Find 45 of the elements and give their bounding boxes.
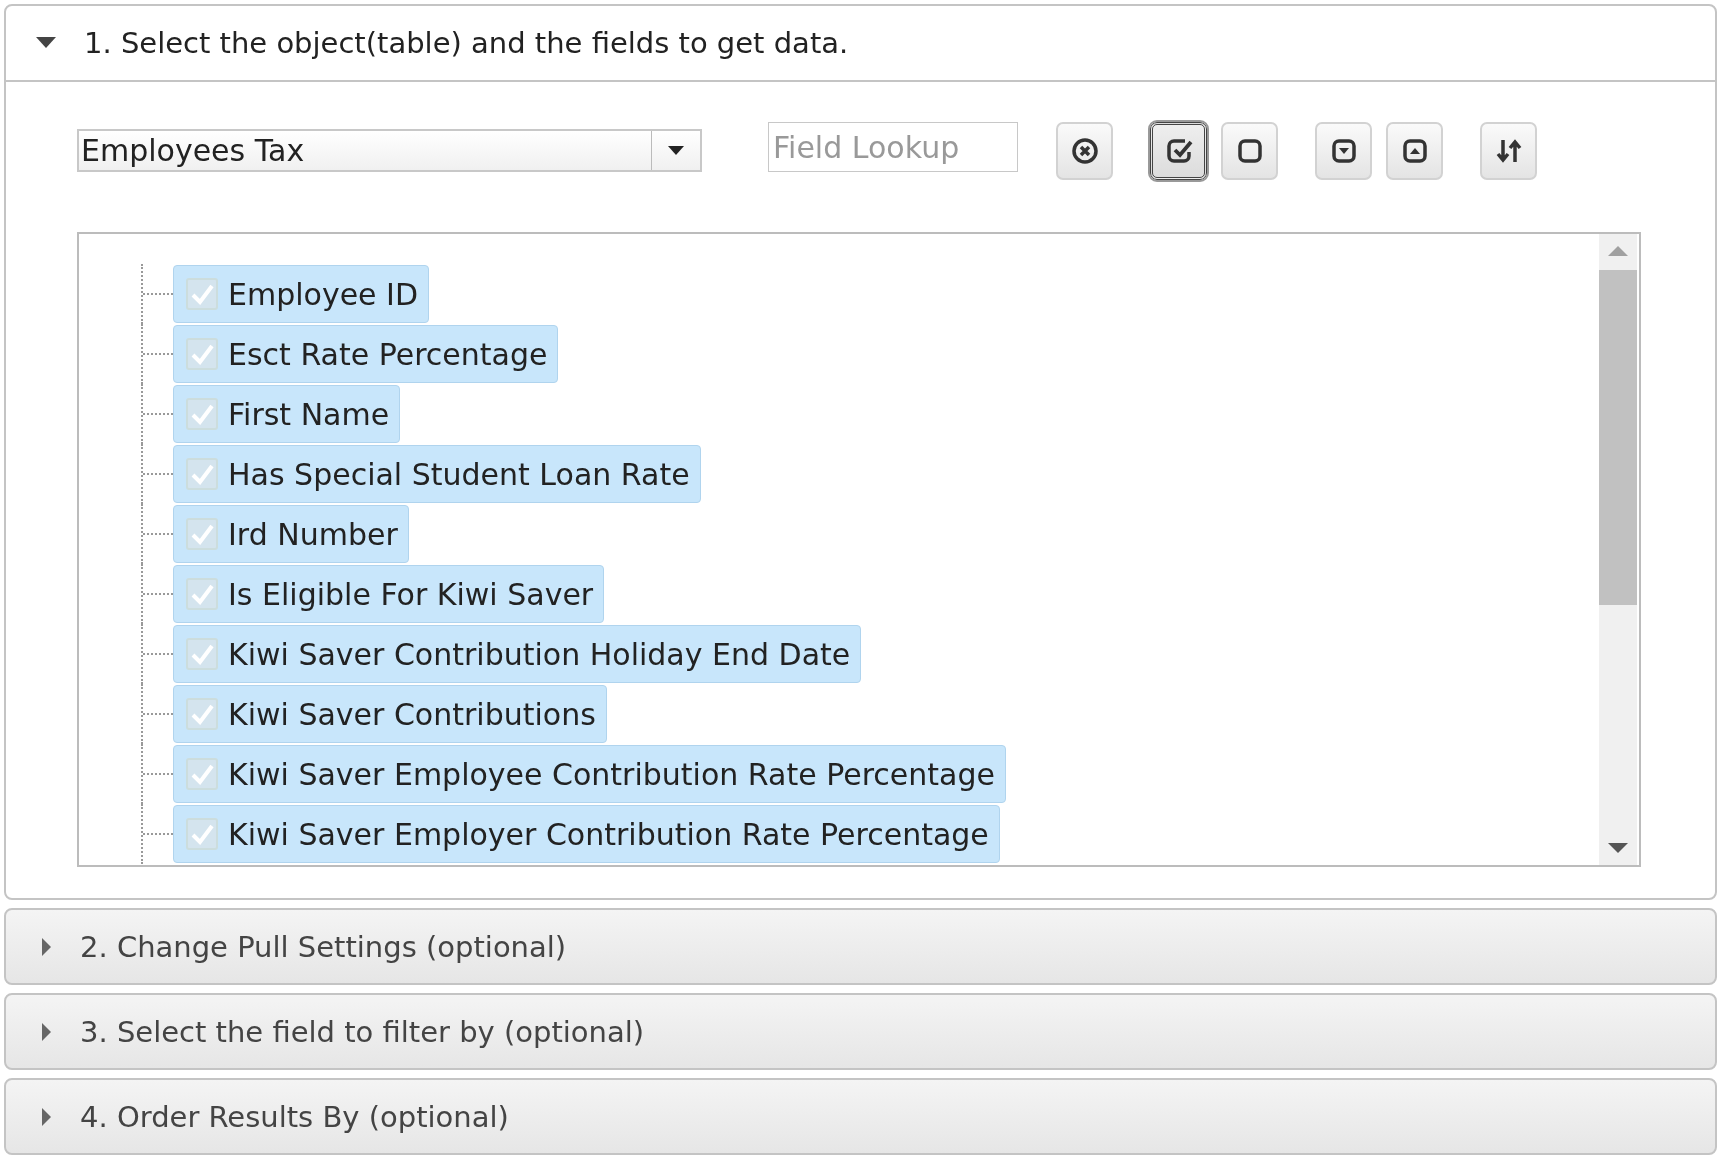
checked-box-icon: [1164, 137, 1193, 165]
sort-button[interactable]: [1480, 122, 1537, 180]
uncheck-all-button[interactable]: [1221, 122, 1278, 180]
clear-icon: [1070, 137, 1099, 165]
tree-item[interactable]: Ird Number: [173, 505, 409, 563]
dropdown-caret-icon: [668, 145, 684, 156]
tree-item[interactable]: Kiwi Saver Contributions: [173, 685, 607, 743]
panel-title: 4. Order Results By (optional): [80, 1100, 509, 1134]
tree-item[interactable]: Has Special Student Loan Rate: [173, 445, 701, 503]
checkbox[interactable]: [186, 458, 218, 490]
tree-item[interactable]: Kiwi Saver Employer Contribution Rate Percentage: [173, 805, 1000, 863]
panel-title: 2. Change Pull Settings (optional): [80, 930, 567, 964]
tree-item[interactable]: Kiwi Saver Contribution Holiday End Date: [173, 625, 862, 683]
empty-box-icon: [1235, 137, 1264, 165]
tree-item[interactable]: Is Eligible For Kiwi Saver: [173, 565, 605, 623]
tree-item[interactable]: Esct Rate Percentage: [173, 325, 559, 383]
tree-item[interactable]: First Name: [173, 385, 401, 443]
caret-down-icon: [36, 37, 56, 49]
caret-right-icon: [42, 1023, 52, 1041]
caret-right-icon: [42, 1108, 52, 1126]
scrollbar-thumb[interactable]: [1599, 270, 1637, 605]
collapse-all-button[interactable]: [1386, 122, 1443, 180]
caret-right-icon: [42, 938, 52, 956]
object-dropdown[interactable]: Employees Tax: [77, 129, 702, 172]
sort-arrows-icon: [1494, 137, 1523, 165]
panel-title: 1. Select the object(table) and the fields to get data.: [84, 26, 849, 60]
checkbox[interactable]: [186, 398, 218, 430]
checkbox[interactable]: [186, 518, 218, 550]
checkbox[interactable]: [186, 278, 218, 310]
tree-item[interactable]: Kiwi Saver Employee Contribution Rate Percentage: [173, 745, 1006, 803]
scrollbar[interactable]: [1599, 234, 1637, 865]
checkbox[interactable]: [186, 338, 218, 370]
expand-all-button[interactable]: [1315, 122, 1372, 180]
checkbox[interactable]: [186, 818, 218, 850]
checkbox[interactable]: [186, 638, 218, 670]
check-all-button[interactable]: [1150, 122, 1207, 180]
scroll-down-icon: [1608, 843, 1628, 853]
checkbox[interactable]: [186, 578, 218, 610]
clear-button[interactable]: [1056, 122, 1113, 180]
checkbox[interactable]: [186, 758, 218, 790]
tree-item[interactable]: Employee ID: [173, 265, 430, 323]
panel-title: 3. Select the field to filter by (optional): [80, 1015, 645, 1049]
checkbox[interactable]: [186, 698, 218, 730]
scroll-up-icon: [1608, 246, 1628, 256]
search-field[interactable]: Field Lookup: [768, 122, 1018, 172]
